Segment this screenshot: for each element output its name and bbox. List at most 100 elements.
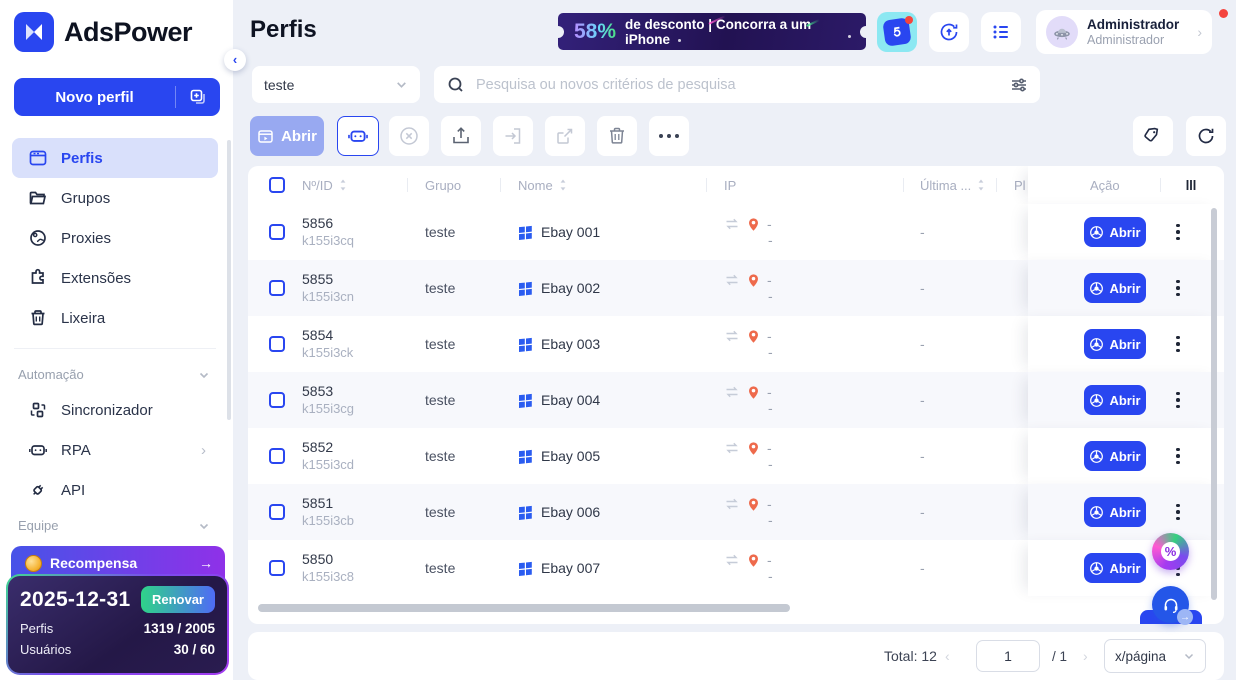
sidebar-item-sincronizador[interactable]: Sincronizador	[12, 390, 218, 430]
community-button[interactable]	[877, 12, 917, 52]
account-menu[interactable]: Administrador Administrador ›	[1036, 10, 1212, 54]
profile-id: k155i3cq	[302, 233, 355, 248]
sort-icon[interactable]	[337, 178, 349, 192]
row-checkbox[interactable]	[269, 280, 285, 296]
column-settings-icon[interactable]	[1183, 177, 1199, 193]
ip-value: -	[767, 272, 772, 288]
batch-create-icon[interactable]	[176, 88, 220, 106]
prev-page-button[interactable]: ‹	[945, 648, 950, 664]
chevron-right-icon: ›	[201, 441, 206, 459]
sidebar-collapse-button[interactable]: ‹	[224, 49, 246, 71]
app-root: AdsPower Novo perfil Perfis Grupos Proxi…	[0, 0, 1236, 680]
promo-banner[interactable]: 58% de desconto | Concorra a um iPhone	[558, 13, 866, 50]
row-open-button[interactable]: Abrir	[1084, 385, 1146, 415]
profile-id: k155i3ck	[302, 345, 354, 360]
table-row[interactable]: 5853 k155i3cg teste Ebay 004 - - - Abrir	[248, 372, 1224, 428]
row-open-button[interactable]: Abrir	[1084, 441, 1146, 471]
section-automacao[interactable]: Automação	[12, 359, 218, 390]
section-equipe[interactable]: Equipe	[12, 510, 218, 541]
location-pin-icon	[749, 329, 758, 343]
delete-button[interactable]	[597, 116, 637, 156]
chevron-down-icon	[1184, 653, 1194, 660]
ip-location: -	[768, 568, 773, 584]
page-size-dropdown[interactable]: x/página	[1104, 639, 1206, 673]
ip-value: -	[767, 496, 772, 512]
vertical-scrollbar[interactable]	[1211, 208, 1217, 600]
row-checkbox[interactable]	[269, 504, 285, 520]
row-open-button[interactable]: Abrir	[1084, 273, 1146, 303]
row-checkbox[interactable]	[269, 560, 285, 576]
ip-location: -	[768, 400, 773, 416]
move-to-group-button[interactable]	[493, 116, 533, 156]
renew-button[interactable]: Renovar	[140, 586, 215, 613]
support-fab[interactable]: →	[1152, 586, 1193, 625]
sort-icon[interactable]	[557, 178, 569, 192]
sidebar-scrollbar[interactable]	[227, 140, 231, 420]
row-more-button[interactable]	[1168, 387, 1188, 413]
update-button[interactable]	[929, 12, 969, 52]
row-open-button[interactable]: Abrir	[1084, 329, 1146, 359]
sidebar-item-rpa[interactable]: RPA ›	[12, 430, 218, 470]
rpa-batch-button[interactable]	[337, 116, 379, 156]
select-all-checkbox[interactable]	[269, 177, 285, 193]
last-open-value: -	[920, 336, 925, 352]
table-row[interactable]: 5850 k155i3c8 teste Ebay 007 - - - Abrir	[248, 540, 1224, 596]
sparkle-decoration	[848, 35, 851, 38]
sidebar-item-api[interactable]: API	[12, 470, 218, 510]
next-page-button[interactable]: ›	[1083, 648, 1088, 664]
row-more-button[interactable]	[1168, 331, 1188, 357]
location-pin-icon	[749, 273, 758, 287]
sidebar-item-perfis[interactable]: Perfis	[12, 138, 218, 178]
last-open-value: -	[920, 448, 925, 464]
horizontal-scrollbar[interactable]	[258, 604, 790, 612]
page-input[interactable]	[976, 640, 1040, 672]
table-row[interactable]: 5854 k155i3ck teste Ebay 003 - - - Abrir	[248, 316, 1224, 372]
windows-icon	[519, 561, 532, 576]
row-checkbox[interactable]	[269, 224, 285, 240]
location-pin-icon	[749, 217, 758, 231]
row-open-button[interactable]: Abrir	[1084, 497, 1146, 527]
transfer-icon	[726, 330, 738, 342]
ip-value: -	[767, 216, 772, 232]
refresh-button[interactable]	[1186, 116, 1226, 156]
more-actions-button[interactable]	[649, 116, 689, 156]
sidebar-item-lixeira[interactable]: Lixeira	[12, 298, 218, 338]
page-title: Perfis	[250, 16, 317, 43]
share-button[interactable]	[545, 116, 585, 156]
search-input[interactable]	[476, 76, 1000, 93]
row-more-button[interactable]	[1168, 499, 1188, 525]
row-more-button[interactable]	[1168, 219, 1188, 245]
close-all-button[interactable]	[389, 116, 429, 156]
column-header-last[interactable]: Última ...	[920, 178, 1014, 193]
group-filter-dropdown[interactable]: teste	[252, 66, 420, 103]
discount-fab[interactable]: %	[1152, 533, 1189, 570]
page-size-value: x/página	[1115, 648, 1167, 664]
advanced-filter-icon[interactable]	[1010, 76, 1028, 94]
sidebar-item-proxies[interactable]: Proxies	[12, 218, 218, 258]
row-open-button[interactable]: Abrir	[1084, 217, 1146, 247]
row-checkbox[interactable]	[269, 392, 285, 408]
export-button[interactable]	[441, 116, 481, 156]
new-profile-button[interactable]: Novo perfil	[14, 78, 220, 116]
sidebar-item-label: Lixeira	[61, 309, 106, 327]
row-more-button[interactable]	[1168, 275, 1188, 301]
plan-users-value: 30 / 60	[173, 642, 215, 657]
task-list-button[interactable]	[981, 12, 1021, 52]
sort-icon[interactable]	[975, 178, 987, 192]
open-selected-button[interactable]: Abrir	[250, 116, 324, 156]
table-row[interactable]: 5856 k155i3cq teste Ebay 001 - - - Abrir	[248, 204, 1224, 260]
table-row[interactable]: 5852 k155i3cd teste Ebay 005 - - - Abrir	[248, 428, 1224, 484]
tags-button[interactable]	[1133, 116, 1173, 156]
table-row[interactable]: 5851 k155i3cb teste Ebay 006 - - - Abrir	[248, 484, 1224, 540]
row-open-button[interactable]: Abrir	[1084, 553, 1146, 583]
profile-group: teste	[425, 504, 456, 520]
location-pin-icon	[749, 553, 758, 567]
row-more-button[interactable]	[1168, 443, 1188, 469]
table-row[interactable]: 5855 k155i3cn teste Ebay 002 - - - Abrir	[248, 260, 1224, 316]
sidebar-item-extensoes[interactable]: Extensões	[12, 258, 218, 298]
profile-name: Ebay 007	[541, 560, 601, 576]
row-checkbox[interactable]	[269, 448, 285, 464]
column-header-name[interactable]: Nome	[518, 178, 724, 193]
sidebar-item-grupos[interactable]: Grupos	[12, 178, 218, 218]
row-checkbox[interactable]	[269, 336, 285, 352]
